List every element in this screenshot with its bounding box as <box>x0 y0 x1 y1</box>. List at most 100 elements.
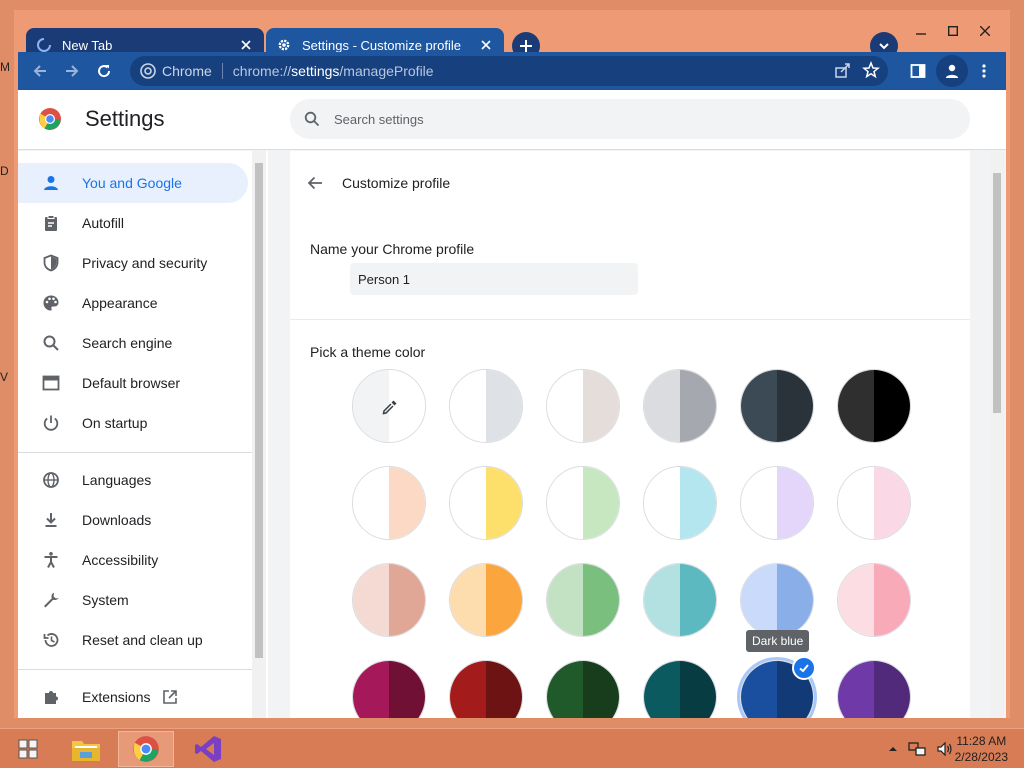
swatch-left-half <box>741 564 777 636</box>
theme-color-swatch[interactable] <box>352 563 426 637</box>
chrome-icon <box>133 736 159 762</box>
chevron-up-icon[interactable] <box>888 744 898 754</box>
theme-color-swatch[interactable] <box>449 369 523 443</box>
scrollbar-thumb[interactable] <box>255 163 263 658</box>
theme-color-swatch[interactable] <box>740 563 814 637</box>
browser-toolbar: Chrome chrome://settings/manageProfile <box>18 52 1006 90</box>
palette-icon <box>40 292 62 314</box>
shield-icon <box>40 252 62 274</box>
close-window-button[interactable] <box>968 20 1002 42</box>
sidebar-item-appearance[interactable]: Appearance <box>18 283 248 323</box>
side-panel-icon <box>910 64 926 78</box>
swatch-left-half <box>450 370 486 442</box>
visual-studio-icon <box>195 736 221 762</box>
back-button[interactable] <box>24 55 56 87</box>
theme-color-swatch[interactable] <box>449 563 523 637</box>
search-input[interactable] <box>334 111 934 127</box>
sidebar-item-privacy-and-security[interactable]: Privacy and security <box>18 243 248 283</box>
theme-color-swatch[interactable] <box>643 369 717 443</box>
swatch-right-half <box>874 370 910 442</box>
maximize-button[interactable] <box>936 20 970 42</box>
taskbar-clock[interactable]: 11:28 AM 2/28/2023 <box>955 733 1008 765</box>
taskbar-chrome[interactable] <box>118 731 174 767</box>
sidebar-item-label: Autofill <box>82 215 125 231</box>
sidebar-item-label: Default browser <box>82 375 181 391</box>
search-icon <box>304 111 320 127</box>
profile-name-input[interactable] <box>350 263 638 295</box>
sidebar-item-reset-and-clean-up[interactable]: Reset and clean up <box>18 620 248 660</box>
theme-color-swatch[interactable] <box>837 660 911 718</box>
swatch-right-half <box>486 467 522 539</box>
reload-button[interactable] <box>88 55 120 87</box>
volume-icon[interactable] <box>936 741 954 757</box>
swatch-left-half <box>741 661 777 718</box>
sidebar-item-extensions[interactable]: Extensions <box>18 677 248 717</box>
profile-button[interactable] <box>936 55 968 87</box>
sidebar-item-on-startup[interactable]: On startup <box>18 403 248 443</box>
start-button[interactable] <box>0 731 56 767</box>
sidebar-item-system[interactable]: System <box>18 580 248 620</box>
theme-color-swatch[interactable] <box>643 466 717 540</box>
theme-color-swatch[interactable] <box>449 660 523 718</box>
swatch-left-half <box>353 661 389 718</box>
sidebar-item-search-engine[interactable]: Search engine <box>18 323 248 363</box>
address-bar[interactable]: Chrome chrome://settings/manageProfile <box>130 56 888 86</box>
sidebar-item-default-browser[interactable]: Default browser <box>18 363 248 403</box>
folder-icon <box>72 741 100 761</box>
search-icon <box>40 332 62 354</box>
theme-color-swatch[interactable] <box>546 466 620 540</box>
star-icon[interactable] <box>862 61 880 79</box>
sidebar-item-label: Accessibility <box>82 552 159 568</box>
custom-color-swatch[interactable] <box>352 369 426 443</box>
theme-color-swatch[interactable] <box>546 563 620 637</box>
sidebar-item-accessibility[interactable]: Accessibility <box>18 540 248 580</box>
swatch-right-half <box>777 564 813 636</box>
card-divider <box>290 319 970 320</box>
scrollbar-thumb[interactable] <box>993 173 1001 413</box>
swatch-left-half <box>741 370 777 442</box>
theme-color-swatch[interactable] <box>546 660 620 718</box>
origin-chip: Chrome <box>162 63 212 79</box>
taskbar-file-explorer[interactable] <box>58 731 114 767</box>
swatch-left-half <box>838 661 874 718</box>
theme-color-swatch[interactable] <box>643 660 717 718</box>
check-icon <box>792 656 816 680</box>
theme-color-swatch[interactable] <box>837 369 911 443</box>
share-icon[interactable] <box>834 61 852 79</box>
minimize-button[interactable] <box>904 20 938 42</box>
theme-color-swatch[interactable] <box>837 563 911 637</box>
close-icon[interactable] <box>238 37 254 53</box>
theme-color-swatch[interactable] <box>643 563 717 637</box>
swatch-right-half <box>583 564 619 636</box>
theme-color-swatch[interactable] <box>740 369 814 443</box>
swatch-left-half <box>450 564 486 636</box>
sidebar-item-label: Extensions <box>82 689 151 705</box>
sidebar-item-you-and-google[interactable]: You and Google <box>18 163 248 203</box>
back-arrow-icon[interactable] <box>306 174 324 192</box>
theme-color-swatch[interactable] <box>837 466 911 540</box>
menu-button[interactable] <box>968 55 1000 87</box>
sidebar-divider <box>18 669 252 670</box>
taskbar-visual-studio[interactable] <box>180 731 236 767</box>
search-settings-box[interactable] <box>290 99 970 139</box>
theme-color-swatch[interactable] <box>449 466 523 540</box>
settings-page: Settings You and Google Autofill Privacy… <box>18 90 1006 718</box>
network-icon[interactable] <box>908 741 926 757</box>
eyedropper-icon <box>382 400 397 415</box>
theme-color-swatch[interactable] <box>740 466 814 540</box>
sidebar-item-downloads[interactable]: Downloads <box>18 500 248 540</box>
theme-color-swatch[interactable] <box>352 466 426 540</box>
reload-icon <box>98 65 111 78</box>
accessibility-icon <box>40 549 62 571</box>
side-panel-button[interactable] <box>902 55 934 87</box>
swatch-right-half <box>680 564 716 636</box>
theme-color-swatch[interactable] <box>546 369 620 443</box>
close-icon[interactable] <box>478 37 494 53</box>
forward-button[interactable] <box>56 55 88 87</box>
sidebar-item-autofill[interactable]: Autofill <box>18 203 248 243</box>
sidebar-item-languages[interactable]: Languages <box>18 460 248 500</box>
main-scrollbar[interactable] <box>990 151 1004 718</box>
windows-start-icon <box>18 739 38 759</box>
theme-color-swatch[interactable] <box>352 660 426 718</box>
sidebar-scrollbar[interactable] <box>252 151 266 718</box>
